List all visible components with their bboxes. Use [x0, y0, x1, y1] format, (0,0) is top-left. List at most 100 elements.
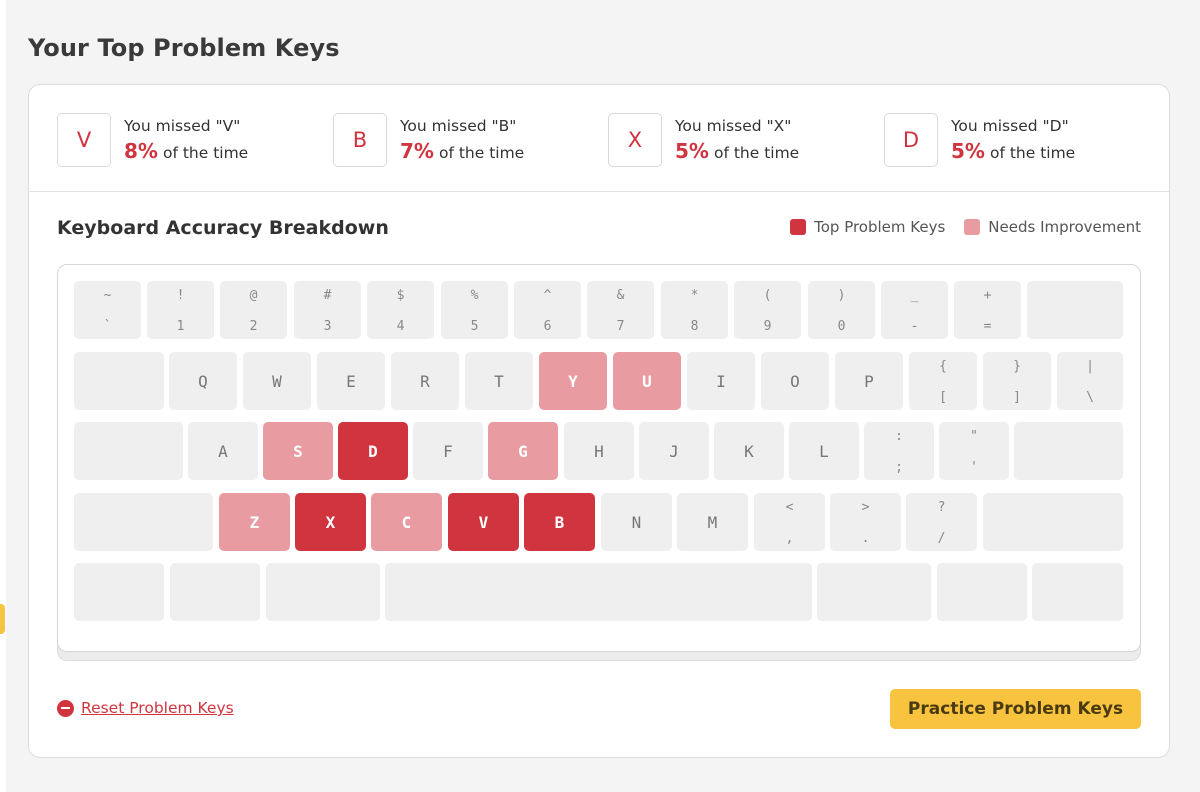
key-7: & 7 — [587, 281, 654, 339]
key-label: F — [443, 441, 453, 461]
key-base-char: 4 — [396, 319, 405, 334]
problem-key-badge: D — [884, 113, 938, 167]
key-label: E — [346, 371, 356, 391]
key-label: H — [594, 441, 604, 461]
key-shift-char: < — [785, 500, 794, 515]
legend-label-top: Top Problem Keys — [814, 218, 946, 236]
page-title: Your Top Problem Keys — [28, 34, 340, 62]
reset-label[interactable]: Reset Problem Keys — [81, 699, 234, 717]
key-label: W — [272, 371, 282, 391]
key-shift-char: ) — [837, 288, 846, 303]
key-base-char: [ — [939, 390, 947, 405]
key-tab — [74, 352, 164, 410]
key-period: >. — [830, 493, 901, 551]
problem-key-missed-text: You missed "B" — [400, 117, 517, 135]
key-base-char: . — [861, 531, 870, 546]
key-base-char: 3 — [323, 319, 332, 334]
key-s: S — [263, 422, 333, 480]
key-semicolon: :; — [864, 422, 934, 480]
legend-swatch-needs — [964, 219, 981, 235]
key-shift-char: ! — [176, 288, 185, 303]
problem-key-badge: B — [333, 113, 387, 167]
key-shift-char: # — [323, 288, 332, 303]
key-3: #3 — [294, 281, 361, 339]
problem-key-badge: X — [608, 113, 662, 167]
key-minus: _ - — [881, 281, 948, 339]
key-f: F — [413, 422, 483, 480]
problem-key-missed-text: You missed "D" — [951, 117, 1069, 135]
key-base-char: / — [937, 531, 946, 546]
key-shift-char: } — [1013, 359, 1021, 374]
problem-key-percent: 7% — [400, 139, 434, 163]
key-shift-char: ~ — [103, 288, 112, 303]
key-base-char: \ — [1086, 390, 1094, 405]
key-comma: <, — [754, 493, 825, 551]
key-5: % 5 — [441, 281, 508, 339]
key-g: G — [488, 422, 558, 480]
problem-key-percent: 5% — [675, 139, 709, 163]
key-base-char: 7 — [616, 319, 625, 334]
key-t: T — [465, 352, 533, 410]
key-p: P — [835, 352, 903, 410]
key-base-char: 5 — [470, 319, 479, 334]
key-space — [385, 563, 812, 621]
key-label: L — [819, 441, 829, 461]
key-e: E — [317, 352, 385, 410]
key-label: A — [218, 441, 228, 461]
key-shift-char: ^ — [543, 288, 552, 303]
key-shift-char: _ — [910, 288, 919, 303]
key-shift-char: @ — [249, 288, 258, 303]
key-d: D — [338, 422, 408, 480]
breakdown-title: Keyboard Accuracy Breakdown — [57, 217, 389, 239]
feedback-tab[interactable] — [0, 604, 5, 634]
key-m: M — [677, 493, 748, 551]
key-shift-char: { — [939, 359, 947, 374]
key-shift-char: > — [861, 500, 870, 515]
key-n: N — [601, 493, 672, 551]
key-right-ctrl — [1032, 563, 1123, 621]
key-2: @2 — [220, 281, 287, 339]
key-shift-char: ( — [763, 288, 772, 303]
key-label: J — [669, 441, 679, 461]
key-a: A — [188, 422, 258, 480]
key-label: Y — [568, 371, 578, 391]
problem-keys-summary: V You missed "V" 8% of the time B You mis… — [29, 85, 1169, 192]
legend-item-needs: Needs Improvement — [964, 218, 1141, 236]
problem-key-badge: V — [57, 113, 111, 167]
key-z: Z — [219, 493, 290, 551]
key-label: X — [325, 512, 336, 532]
reset-problem-keys-link[interactable]: Reset Problem Keys — [57, 699, 234, 717]
key-shift-char: ? — [937, 500, 946, 515]
legend-item-top: Top Problem Keys — [790, 218, 945, 236]
key-base-char: ` — [103, 319, 112, 334]
key-j: J — [639, 422, 709, 480]
left-edge-panel — [0, 0, 6, 792]
legend-swatch-top — [790, 219, 807, 235]
key-backtick: ~ ` — [74, 281, 141, 339]
key-label: R — [420, 371, 430, 391]
key-0: ) 0 — [808, 281, 875, 339]
key-c: C — [371, 493, 442, 551]
key-q: Q — [169, 352, 237, 410]
key-9: (9 — [734, 281, 801, 339]
key-y: Y — [539, 352, 607, 410]
key-label: U — [642, 371, 652, 391]
problem-key-suffix: of the time — [438, 144, 525, 162]
key-equals: + = — [954, 281, 1021, 339]
key-left-shift — [74, 493, 213, 551]
key-label: Z — [249, 512, 260, 532]
key-base-char: 9 — [763, 319, 772, 334]
practice-problem-keys-button[interactable]: Practice Problem Keys — [890, 689, 1141, 729]
key-base-char: 8 — [690, 319, 699, 334]
key-backslash: | \ — [1057, 352, 1123, 410]
key-base-char: , — [785, 531, 794, 546]
key-base-char: 0 — [837, 319, 846, 334]
key-right-shift — [983, 493, 1123, 551]
key-left-bracket: {[ — [909, 352, 977, 410]
key-label: G — [518, 441, 528, 461]
key-r: R — [391, 352, 459, 410]
problem-key-suffix: of the time — [162, 144, 249, 162]
key-x: X — [295, 493, 366, 551]
key-label: M — [707, 512, 718, 532]
key-base-char: ' — [970, 460, 978, 475]
